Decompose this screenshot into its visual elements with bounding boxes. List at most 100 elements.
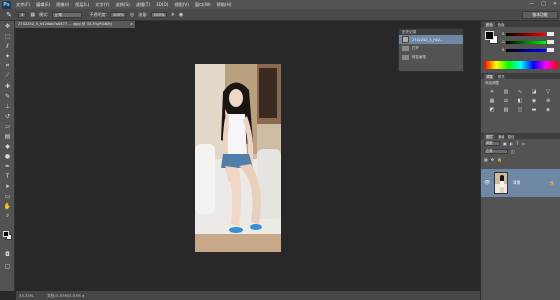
tab-styles[interactable]: 样式 xyxy=(498,74,505,79)
color-panel-foreground-swatch[interactable] xyxy=(485,31,494,40)
shape-tool-icon[interactable]: ▭ xyxy=(0,191,15,201)
pen-tool-icon[interactable]: ✒ xyxy=(0,161,15,171)
menu-filter[interactable]: 滤镜(T) xyxy=(136,2,150,8)
pressure-size-icon[interactable]: ◉ xyxy=(179,12,183,18)
menu-view[interactable]: 视图(V) xyxy=(174,2,189,8)
close-document-icon[interactable]: × xyxy=(130,21,133,28)
menu-image[interactable]: 图像(I) xyxy=(56,2,69,8)
quick-mask-icon[interactable]: ◘ xyxy=(0,249,15,259)
pressure-opacity-icon[interactable]: ◎ xyxy=(130,12,134,18)
type-tool-icon[interactable]: T xyxy=(0,171,15,181)
posterize-icon[interactable]: ▧ xyxy=(501,107,511,114)
path-select-tool-icon[interactable]: ➤ xyxy=(0,181,15,191)
black-white-icon[interactable]: ◧ xyxy=(515,98,525,105)
workspace-switcher[interactable]: 基本功能 xyxy=(522,11,558,19)
flow-field[interactable]: 100% xyxy=(150,11,167,18)
red-value-field[interactable] xyxy=(547,32,554,36)
red-slider[interactable]: R xyxy=(502,32,554,36)
menu-3d[interactable]: 3D(D) xyxy=(156,2,168,8)
airbrush-icon[interactable]: ✈ xyxy=(171,12,175,18)
green-ramp[interactable] xyxy=(506,40,546,44)
tab-paths[interactable]: 路径 xyxy=(508,134,515,139)
menu-edit[interactable]: 编辑(E) xyxy=(36,2,50,8)
zoom-level[interactable]: 33.33% xyxy=(19,293,41,298)
brush-tool-icon[interactable]: ✎ xyxy=(0,91,15,101)
history-snapshot[interactable]: 2742252_5_h52... xyxy=(399,35,463,44)
history-brush-tool-icon[interactable]: ↺ xyxy=(0,111,15,121)
tab-adjustments[interactable]: 调整 xyxy=(484,73,495,79)
layer-kind-select[interactable]: 类型 xyxy=(484,140,500,146)
curves-icon[interactable]: ∿ xyxy=(515,89,525,96)
lock-all-icon[interactable]: 🔒 xyxy=(497,157,502,162)
menu-select[interactable]: 选择(S) xyxy=(115,2,129,8)
filter-adjust-icon[interactable]: ◐ xyxy=(510,141,514,146)
selective-color-icon[interactable]: ◈ xyxy=(543,107,553,114)
document-size[interactable]: 文档:3.97M/3.97M xyxy=(47,293,81,299)
minimize-button[interactable]: — xyxy=(529,1,534,7)
color-balance-icon[interactable]: ⚖ xyxy=(501,98,511,105)
status-menu-icon[interactable]: ▸ xyxy=(83,293,85,298)
color-spectrum[interactable] xyxy=(484,61,558,69)
maximize-button[interactable]: □ xyxy=(541,1,546,7)
blue-value-field[interactable] xyxy=(547,48,554,52)
menu-help[interactable]: 帮助(H) xyxy=(217,2,232,8)
document-image[interactable] xyxy=(195,64,281,252)
eyedropper-tool-icon[interactable]: ⟋ xyxy=(0,71,15,81)
photo-filter-icon[interactable]: ◉ xyxy=(529,98,539,105)
brush-panel-icon[interactable]: ▦ xyxy=(30,12,35,18)
history-item-open[interactable]: 打开 xyxy=(399,44,463,53)
filter-type-icon[interactable]: T xyxy=(516,141,518,146)
menu-window[interactable]: 窗口(W) xyxy=(195,2,211,8)
brush-tool-icon[interactable]: ✎ xyxy=(3,10,15,19)
eraser-tool-icon[interactable]: ▱ xyxy=(0,121,15,131)
green-value-field[interactable] xyxy=(547,40,554,44)
tab-color[interactable]: 颜色 xyxy=(484,21,495,27)
menu-type[interactable]: 文字(Y) xyxy=(95,2,109,8)
healing-brush-tool-icon[interactable]: ✚ xyxy=(0,81,15,91)
gradient-tool-icon[interactable]: ▤ xyxy=(0,131,15,141)
blue-ramp[interactable] xyxy=(506,48,546,52)
tab-swatches[interactable]: 色板 xyxy=(498,22,505,27)
vibrance-icon[interactable]: ▽ xyxy=(543,89,553,96)
history-item-healing[interactable]: 修复画笔 xyxy=(399,53,463,62)
green-slider[interactable]: G xyxy=(502,40,554,44)
tab-channels[interactable]: 通道 xyxy=(498,134,505,139)
red-ramp[interactable] xyxy=(506,32,546,36)
layer-row-background[interactable]: 👁 背景 🔒 xyxy=(481,169,560,197)
exposure-icon[interactable]: ◪ xyxy=(529,89,539,96)
menu-file[interactable]: 文件(F) xyxy=(16,2,30,8)
threshold-icon[interactable]: ◫ xyxy=(515,107,525,114)
brightness-icon[interactable]: ☀ xyxy=(487,89,497,96)
lasso-tool-icon[interactable]: ℓ xyxy=(0,41,15,51)
layer-name[interactable]: 背景 xyxy=(513,180,521,186)
channel-mixer-icon[interactable]: ⊕ xyxy=(543,98,553,105)
blue-slider[interactable]: B xyxy=(502,48,554,52)
invert-icon[interactable]: ◩ xyxy=(487,107,497,114)
move-tool-icon[interactable]: ✥ xyxy=(0,21,15,31)
hand-tool-icon[interactable]: ✋ xyxy=(0,201,15,211)
foreground-color-swatch[interactable] xyxy=(3,231,9,237)
opacity-field[interactable]: 100% xyxy=(109,11,126,18)
lock-pixels-icon[interactable]: ▦ xyxy=(484,157,488,162)
canvas-area[interactable] xyxy=(16,28,396,290)
crop-tool-icon[interactable]: ⌗ xyxy=(0,61,15,71)
hue-saturation-icon[interactable]: ▦ xyxy=(487,98,497,105)
visibility-eye-icon[interactable]: 👁 xyxy=(484,180,492,186)
brush-size-field[interactable]: 3 xyxy=(18,11,27,18)
zoom-tool-icon[interactable]: ⌕ xyxy=(0,211,15,221)
blend-mode-select[interactable]: 正常 xyxy=(484,148,508,154)
blur-tool-icon[interactable]: ◆ xyxy=(0,141,15,151)
quick-select-tool-icon[interactable]: ✦ xyxy=(0,51,15,61)
filter-shape-icon[interactable]: ▭ xyxy=(522,141,526,146)
menu-layer[interactable]: 图层(L) xyxy=(75,2,89,8)
clone-stamp-tool-icon[interactable]: ⊥ xyxy=(0,101,15,111)
document-tab[interactable]: 2742252_5_h52dab7a0477 ... ajpg @ 33.3%(… xyxy=(15,21,135,28)
filter-pixel-icon[interactable]: ▣ xyxy=(503,141,507,146)
levels-icon[interactable]: ▥ xyxy=(501,89,511,96)
mode-select[interactable]: 正常 xyxy=(51,11,82,18)
marquee-tool-icon[interactable]: ⬚ xyxy=(0,31,15,41)
screen-mode-icon[interactable]: ▢ xyxy=(0,261,15,271)
dodge-tool-icon[interactable]: ● xyxy=(0,151,15,161)
close-window-button[interactable]: ✕ xyxy=(553,1,557,7)
lock-position-icon[interactable]: ✥ xyxy=(491,157,494,162)
